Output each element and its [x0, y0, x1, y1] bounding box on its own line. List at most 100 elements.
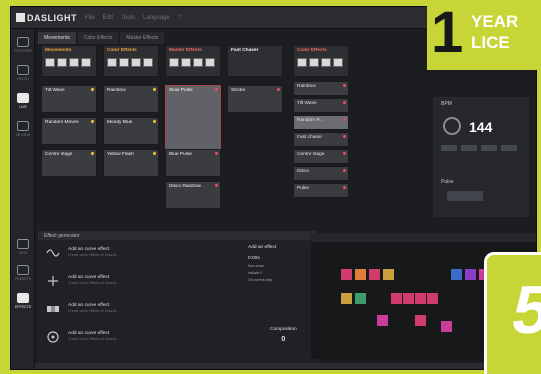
playback-title: Color Effects — [297, 48, 327, 53]
playback-item[interactable]: Tilt Wave — [41, 85, 97, 113]
menu-language[interactable]: Language — [143, 15, 170, 21]
grid-cell[interactable] — [377, 315, 388, 326]
grid-cell[interactable] — [451, 269, 462, 280]
playback-item[interactable]: Rainbow — [103, 85, 159, 113]
fx-title: Add an curve effect — [68, 331, 110, 336]
grid-cell[interactable] — [355, 293, 366, 304]
list-item[interactable]: Pulse — [293, 183, 349, 198]
sidebar-3d[interactable]: 3D VIEW — [13, 117, 33, 141]
fx-desc: Create curve effects on fixtures — [68, 253, 117, 257]
playback-label: Disco Rainbow — [169, 184, 201, 189]
tab-bar: Movements Color Effects Master Effects — [38, 32, 165, 44]
playback-item[interactable]: Random Moves — [41, 117, 97, 145]
playback-item[interactable]: Yellow Flash — [103, 149, 159, 177]
playback-controls[interactable] — [169, 58, 217, 67]
list-item[interactable]: Disco — [293, 166, 349, 181]
fx-desc: Create curve effects on fixtures — [68, 309, 117, 313]
sidebar-grid[interactable]: GRID — [13, 235, 33, 259]
playback-label: Yellow Flash — [107, 152, 134, 157]
playback-label: Rainbow — [107, 88, 126, 93]
playback-header[interactable]: Color Effects — [103, 45, 159, 77]
fx-item[interactable]: Add an curve effect Create curve effects … — [46, 303, 116, 315]
3d-icon — [17, 121, 29, 131]
tab-movements[interactable]: Movements — [38, 32, 76, 44]
sidebar-presets[interactable]: PRESETS — [13, 261, 33, 285]
playback-label: Blue Pulse — [169, 152, 192, 157]
grid-cell[interactable] — [341, 269, 352, 280]
menu-tools[interactable]: Tools — [121, 15, 135, 21]
fx-option[interactable]: Include 0 — [248, 271, 310, 275]
bpm-knob[interactable] — [443, 117, 461, 135]
playback-item[interactable]: Strobe — [227, 85, 283, 113]
bpm-buttons[interactable] — [441, 145, 517, 151]
fx-item[interactable]: Add an curve effect Create curve effects … — [46, 247, 116, 259]
pulse-label: Pulse — [441, 179, 454, 185]
list-item-selected[interactable]: Random P... — [293, 115, 349, 130]
playback-item[interactable]: Disco Rainbow — [165, 181, 221, 209]
playback-label: Centre stage — [45, 152, 73, 157]
list-item-label: Random P... — [297, 118, 324, 123]
playback-controls[interactable] — [297, 58, 345, 67]
playback-label: Moody Blue — [107, 120, 133, 125]
playback-controls[interactable] — [107, 58, 155, 67]
list-item-label: Centre stage — [297, 152, 325, 157]
playback-header[interactable]: Master Effects — [165, 45, 221, 77]
playback-item[interactable]: Moody Blue — [103, 117, 159, 145]
tab-master-effects[interactable]: Master Effects — [120, 32, 165, 44]
grid-cell[interactable] — [355, 269, 366, 280]
menu-file[interactable]: File — [85, 15, 95, 21]
playback-item[interactable]: Centre stage — [41, 149, 97, 177]
playback-item[interactable]: Blue Pulse — [165, 149, 221, 177]
playback-header[interactable]: Fast Chaser — [227, 45, 283, 77]
status-bar — [35, 363, 536, 369]
playback-header[interactable]: Movements — [41, 45, 97, 77]
playback-label: Slow Pulse — [169, 88, 193, 93]
playback-header[interactable]: Color Effects — [293, 45, 349, 77]
grid-cell[interactable] — [441, 321, 452, 332]
tab-color-effects[interactable]: Color Effects — [77, 32, 119, 44]
grid-cell[interactable] — [369, 269, 380, 280]
menu-edit[interactable]: Edit — [103, 15, 113, 21]
composition-value[interactable]: 0 — [270, 336, 297, 343]
sidebar-patch[interactable]: PATCH — [13, 61, 33, 85]
fx-title: Add an curve effect — [68, 275, 110, 280]
sidebar-live[interactable]: LIVE — [13, 89, 33, 113]
list-item-label: Rainbow — [297, 84, 316, 89]
list-item[interactable]: Tilt Wave — [293, 98, 349, 113]
grid-cell[interactable] — [465, 269, 476, 280]
grid-cell[interactable] — [391, 293, 402, 304]
list-item[interactable]: Rainbow — [293, 81, 349, 96]
grid-cell[interactable] — [415, 293, 426, 304]
grid-cell[interactable] — [403, 293, 414, 304]
fx-desc: Create curve effects on fixtures — [68, 337, 117, 341]
list-item[interactable]: Fast chaser — [293, 132, 349, 147]
grid-toolbar — [311, 233, 536, 242]
sidebar-fixtures[interactable]: FIXTURES — [13, 33, 33, 57]
grid-cell[interactable] — [383, 269, 394, 280]
grid-cell[interactable] — [341, 293, 352, 304]
bpm-panel: BPM 144 Pulse — [433, 97, 529, 217]
live-icon — [17, 93, 29, 103]
fx-time-input[interactable]: 0:00s — [248, 256, 310, 261]
list-item[interactable]: Centre stage — [293, 149, 349, 164]
sidebar-label: FIXTURES — [14, 49, 32, 53]
grid-cell[interactable] — [427, 293, 438, 304]
color-effects-column: Color Effects Rainbow Tilt Wave Random P… — [293, 45, 349, 200]
playback-label: Tilt Wave — [45, 88, 65, 93]
grid-cell[interactable] — [415, 315, 426, 326]
fx-item[interactable]: Add an curve effect Create curve effects … — [46, 275, 116, 287]
playback-controls[interactable] — [45, 58, 93, 67]
fx-item[interactable]: Add an curve effect Create curve effects … — [46, 331, 116, 343]
fx-option[interactable]: Non-cross — [248, 264, 310, 268]
badge-digit: 5 — [506, 272, 541, 348]
grid-icon — [17, 239, 29, 249]
pulse-button[interactable] — [447, 191, 483, 201]
app-logo: DASLIGHT — [16, 12, 77, 23]
menu-help[interactable]: ? — [178, 15, 181, 21]
sidebar-effects[interactable]: EFFECTS — [13, 289, 33, 313]
fx-option[interactable]: On current step — [248, 278, 310, 282]
banner-line1: YEAR — [471, 12, 519, 31]
presets-icon — [17, 265, 29, 275]
group-icon — [46, 303, 60, 315]
sidebar-label: PATCH — [17, 77, 29, 81]
